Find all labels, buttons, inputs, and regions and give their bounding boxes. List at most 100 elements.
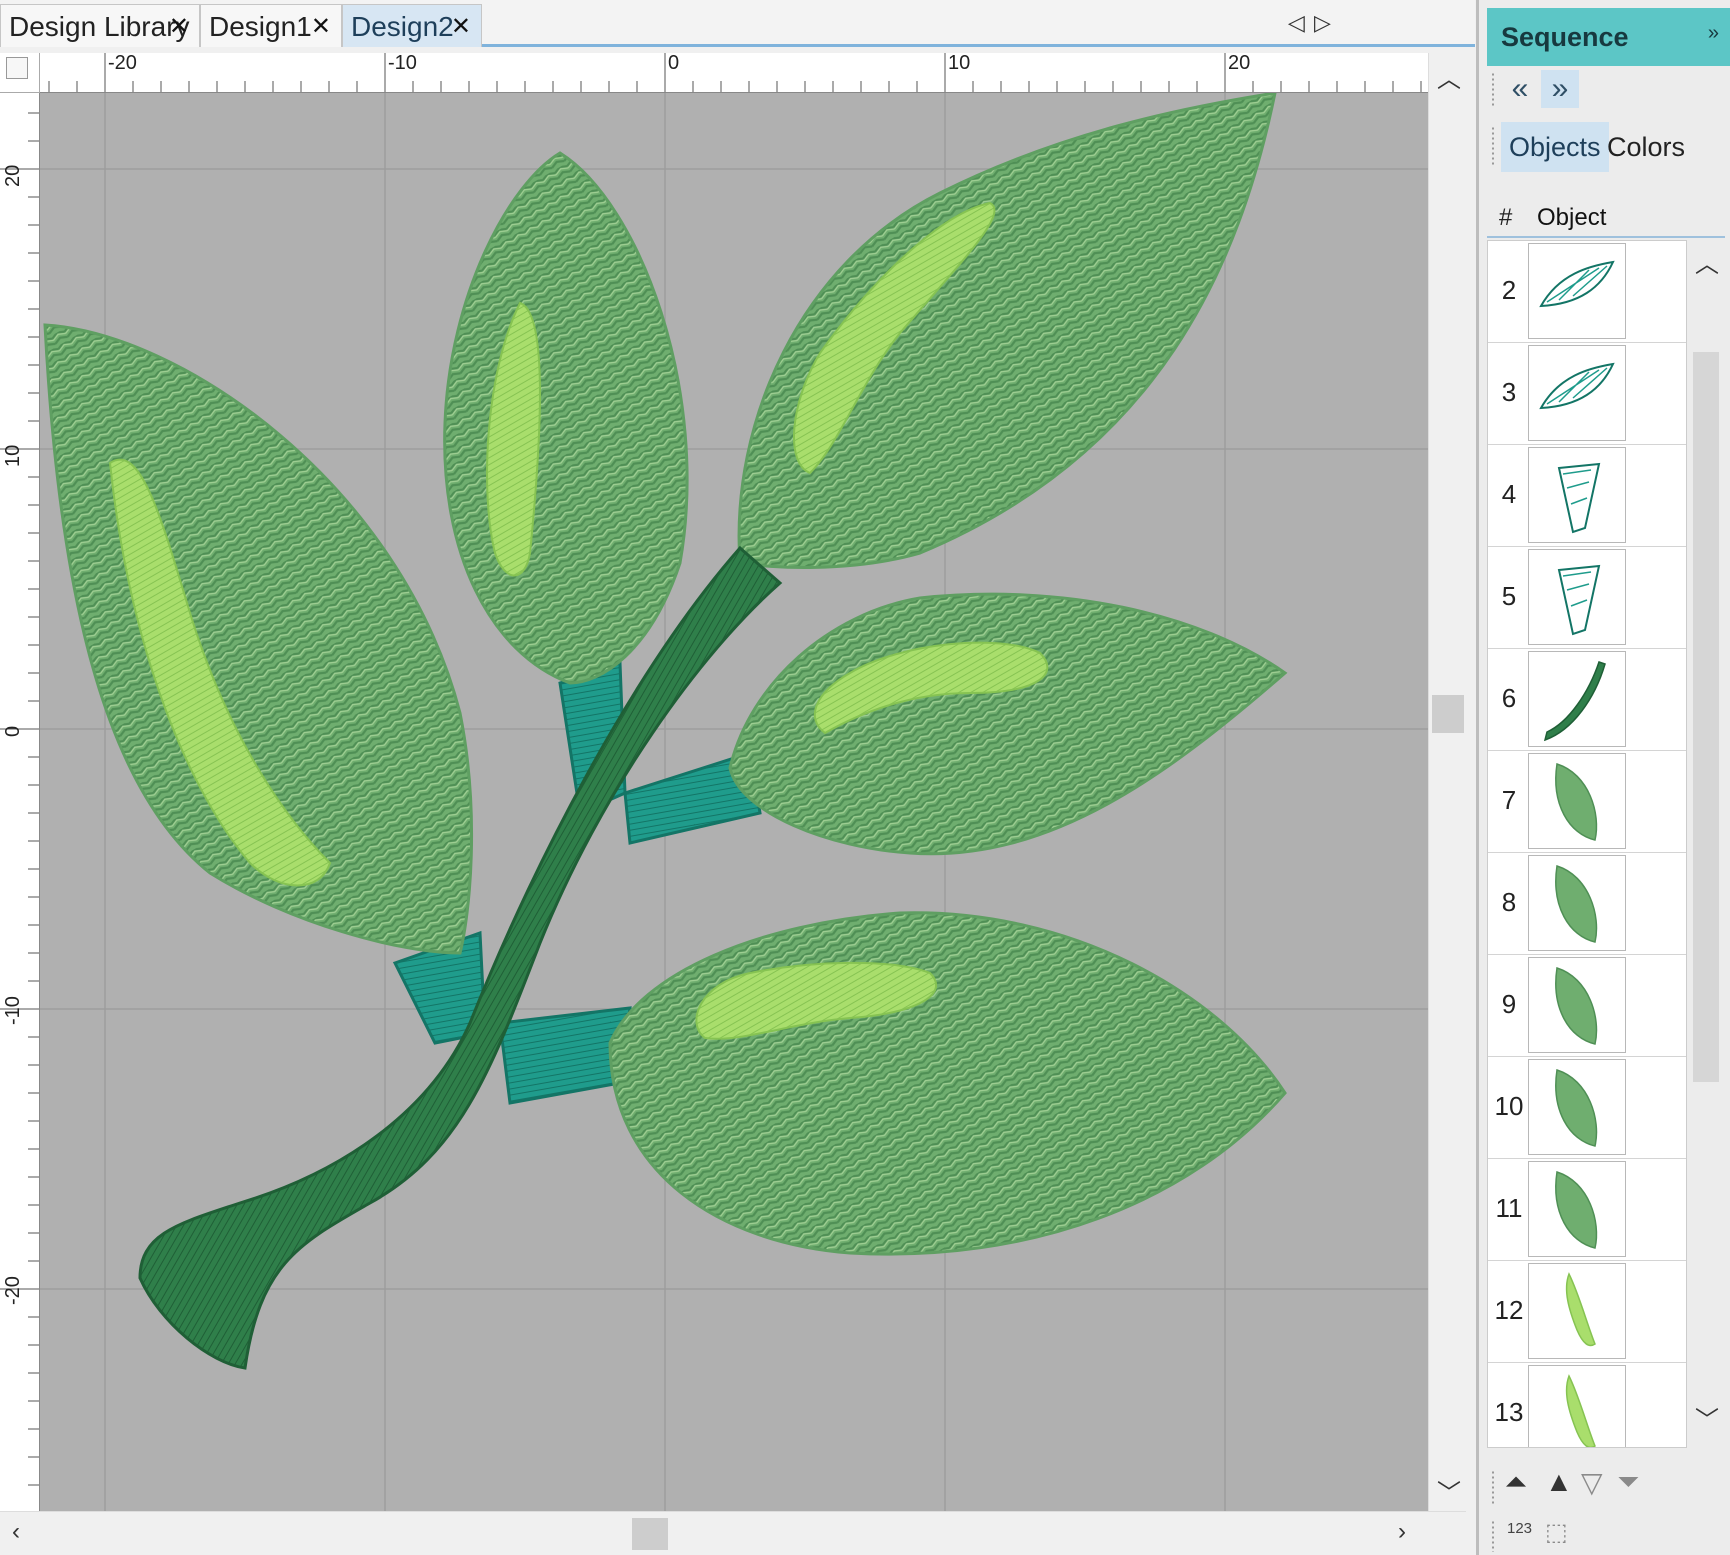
- ruler-h-ticks: [48, 53, 1422, 92]
- scroll-down-icon[interactable]: ﹀: [1695, 1400, 1719, 1435]
- tab-label: Design2: [351, 11, 454, 42]
- tab-design1[interactable]: Design1 ✕: [200, 4, 342, 47]
- toolbar-grip[interactable]: [1491, 72, 1495, 108]
- ruler-corner: [0, 53, 73, 93]
- toolbar-grip[interactable]: [1491, 126, 1495, 166]
- tab-label: Design Library: [9, 11, 190, 42]
- object-number: 6: [1501, 683, 1517, 713]
- object-list-header: # Object: [1487, 196, 1725, 238]
- scroll-thumb[interactable]: [1432, 695, 1464, 733]
- list-item[interactable]: 5: [1488, 547, 1686, 649]
- embroidery-design[interactable]: [40, 93, 1428, 1511]
- move-to-start-icon[interactable]: ⏶: [1505, 1466, 1527, 1499]
- horizontal-scrollbar[interactable]: ‹ ›: [0, 1511, 1466, 1555]
- scroll-up-icon[interactable]: ︿: [1437, 59, 1461, 94]
- leaf-outline-teal-icon: [1528, 345, 1626, 441]
- leaf-green-icon: [1528, 957, 1626, 1053]
- move-down-icon[interactable]: ▽: [1581, 1466, 1603, 1499]
- object-number: 12: [1494, 1295, 1524, 1325]
- scroll-down-icon[interactable]: ﹀: [1437, 1473, 1461, 1508]
- ruler-v-label: 20: [2, 164, 24, 187]
- leaf-green-icon: [1528, 1161, 1626, 1257]
- double-chevron-left-icon[interactable]: «: [1501, 70, 1539, 108]
- ruler-h-label: 0: [668, 53, 680, 74]
- object-number: 3: [1501, 377, 1517, 407]
- move-to-end-icon[interactable]: ⏷: [1617, 1466, 1639, 1499]
- scroll-up-icon[interactable]: ︿: [1695, 244, 1719, 279]
- list-item[interactable]: 13: [1488, 1363, 1686, 1447]
- scroll-left-icon[interactable]: ‹: [12, 1518, 20, 1546]
- document-tab-strip: Design Library ✕ Design1 ✕ Design2 ✕ ◁ ▷: [0, 0, 1475, 47]
- design-canvas[interactable]: [40, 93, 1428, 1511]
- ruler-h-label: 10: [948, 53, 971, 74]
- ruler-v-label: 0: [2, 725, 24, 737]
- tab-design2[interactable]: Design2 ✕: [342, 4, 482, 47]
- move-up-icon[interactable]: ▲: [1545, 1466, 1573, 1498]
- double-chevron-right-icon[interactable]: »: [1541, 70, 1579, 108]
- list-item[interactable]: 11: [1488, 1159, 1686, 1261]
- column-number: #: [1499, 204, 1513, 231]
- close-icon[interactable]: ✕: [451, 5, 471, 48]
- panel-header: Sequence »: [1487, 8, 1730, 66]
- object-number: 8: [1501, 887, 1517, 917]
- leaf-outline-teal-icon: [1528, 243, 1626, 339]
- ruler-v-label: 10: [2, 444, 24, 467]
- vein-light-green-icon: [1528, 1365, 1626, 1447]
- object-list: 2 3 4 5 6 7 8 9 10 11 12 13: [1487, 240, 1687, 1448]
- scroll-thumb[interactable]: [632, 1518, 668, 1550]
- stem-dark-green-icon: [1528, 651, 1626, 747]
- tab-label: Design1: [209, 11, 312, 42]
- object-number: 7: [1501, 785, 1517, 815]
- leaf-object[interactable]: [737, 93, 1277, 569]
- list-item[interactable]: 10: [1488, 1057, 1686, 1159]
- ruler-origin-box[interactable]: [6, 57, 28, 79]
- object-number: 13: [1494, 1397, 1524, 1427]
- leaf-object[interactable]: [728, 592, 1288, 856]
- ruler-h-label: -10: [388, 53, 417, 74]
- list-item[interactable]: 3: [1488, 343, 1686, 445]
- ruler-h-label: -20: [108, 53, 137, 74]
- leaf-object[interactable]: [608, 911, 1287, 1256]
- panel-title: Sequence: [1501, 22, 1629, 52]
- vertical-ruler: 20 10 0 -10 -20: [0, 93, 40, 1511]
- object-list-scrollbar[interactable]: ︿ ﹀: [1687, 240, 1725, 1448]
- list-item[interactable]: 7: [1488, 751, 1686, 853]
- vertical-scrollbar[interactable]: ︿ ﹀: [1428, 53, 1466, 1511]
- list-item[interactable]: 4: [1488, 445, 1686, 547]
- tab-design-library[interactable]: Design Library ✕: [0, 4, 200, 47]
- close-icon[interactable]: ✕: [169, 5, 189, 48]
- leaf-object[interactable]: [443, 151, 689, 685]
- tab-objects[interactable]: Objects: [1501, 122, 1609, 172]
- ruler-v-label: -20: [2, 1276, 24, 1305]
- scroll-thumb[interactable]: [1693, 352, 1719, 1082]
- toolbar-grip[interactable]: [1491, 1520, 1495, 1552]
- list-item[interactable]: 9: [1488, 955, 1686, 1057]
- object-number: 4: [1501, 479, 1517, 509]
- leaf-green-icon: [1528, 1059, 1626, 1155]
- scroll-right-icon[interactable]: ›: [1398, 1518, 1406, 1546]
- triangle-left-icon[interactable]: ◁: [1288, 10, 1305, 36]
- list-item[interactable]: 12: [1488, 1261, 1686, 1363]
- object-number: 9: [1501, 989, 1517, 1019]
- sort-123-icon[interactable]: 123: [1507, 1520, 1532, 1537]
- horizontal-ruler: -20 -10 0 10 20: [40, 53, 1428, 93]
- app-window: Design Library ✕ Design1 ✕ Design2 ✕ ◁ ▷…: [0, 0, 1730, 1555]
- toolbar-grip[interactable]: [1491, 1470, 1495, 1506]
- tab-colors[interactable]: Colors: [1599, 122, 1693, 172]
- vein-light-green-icon: [1528, 1263, 1626, 1359]
- leaf-green-icon: [1528, 753, 1626, 849]
- double-chevron-right-icon[interactable]: »: [1708, 22, 1719, 45]
- ruler-v-label: -10: [2, 996, 24, 1025]
- list-item[interactable]: 6: [1488, 649, 1686, 751]
- select-object-icon[interactable]: ⬚: [1545, 1518, 1568, 1547]
- object-number: 5: [1501, 581, 1517, 611]
- object-number: 10: [1494, 1091, 1524, 1121]
- connector-teal-icon: [1528, 549, 1626, 645]
- leaf-green-icon: [1528, 855, 1626, 951]
- object-number: 2: [1501, 275, 1517, 305]
- triangle-right-icon[interactable]: ▷: [1314, 10, 1331, 36]
- list-item[interactable]: 8: [1488, 853, 1686, 955]
- list-item[interactable]: 2: [1488, 241, 1686, 343]
- sequence-tools: ⏶ ▲ ▽ ⏷ 123 ⬚: [1487, 1456, 1730, 1555]
- close-icon[interactable]: ✕: [311, 5, 331, 48]
